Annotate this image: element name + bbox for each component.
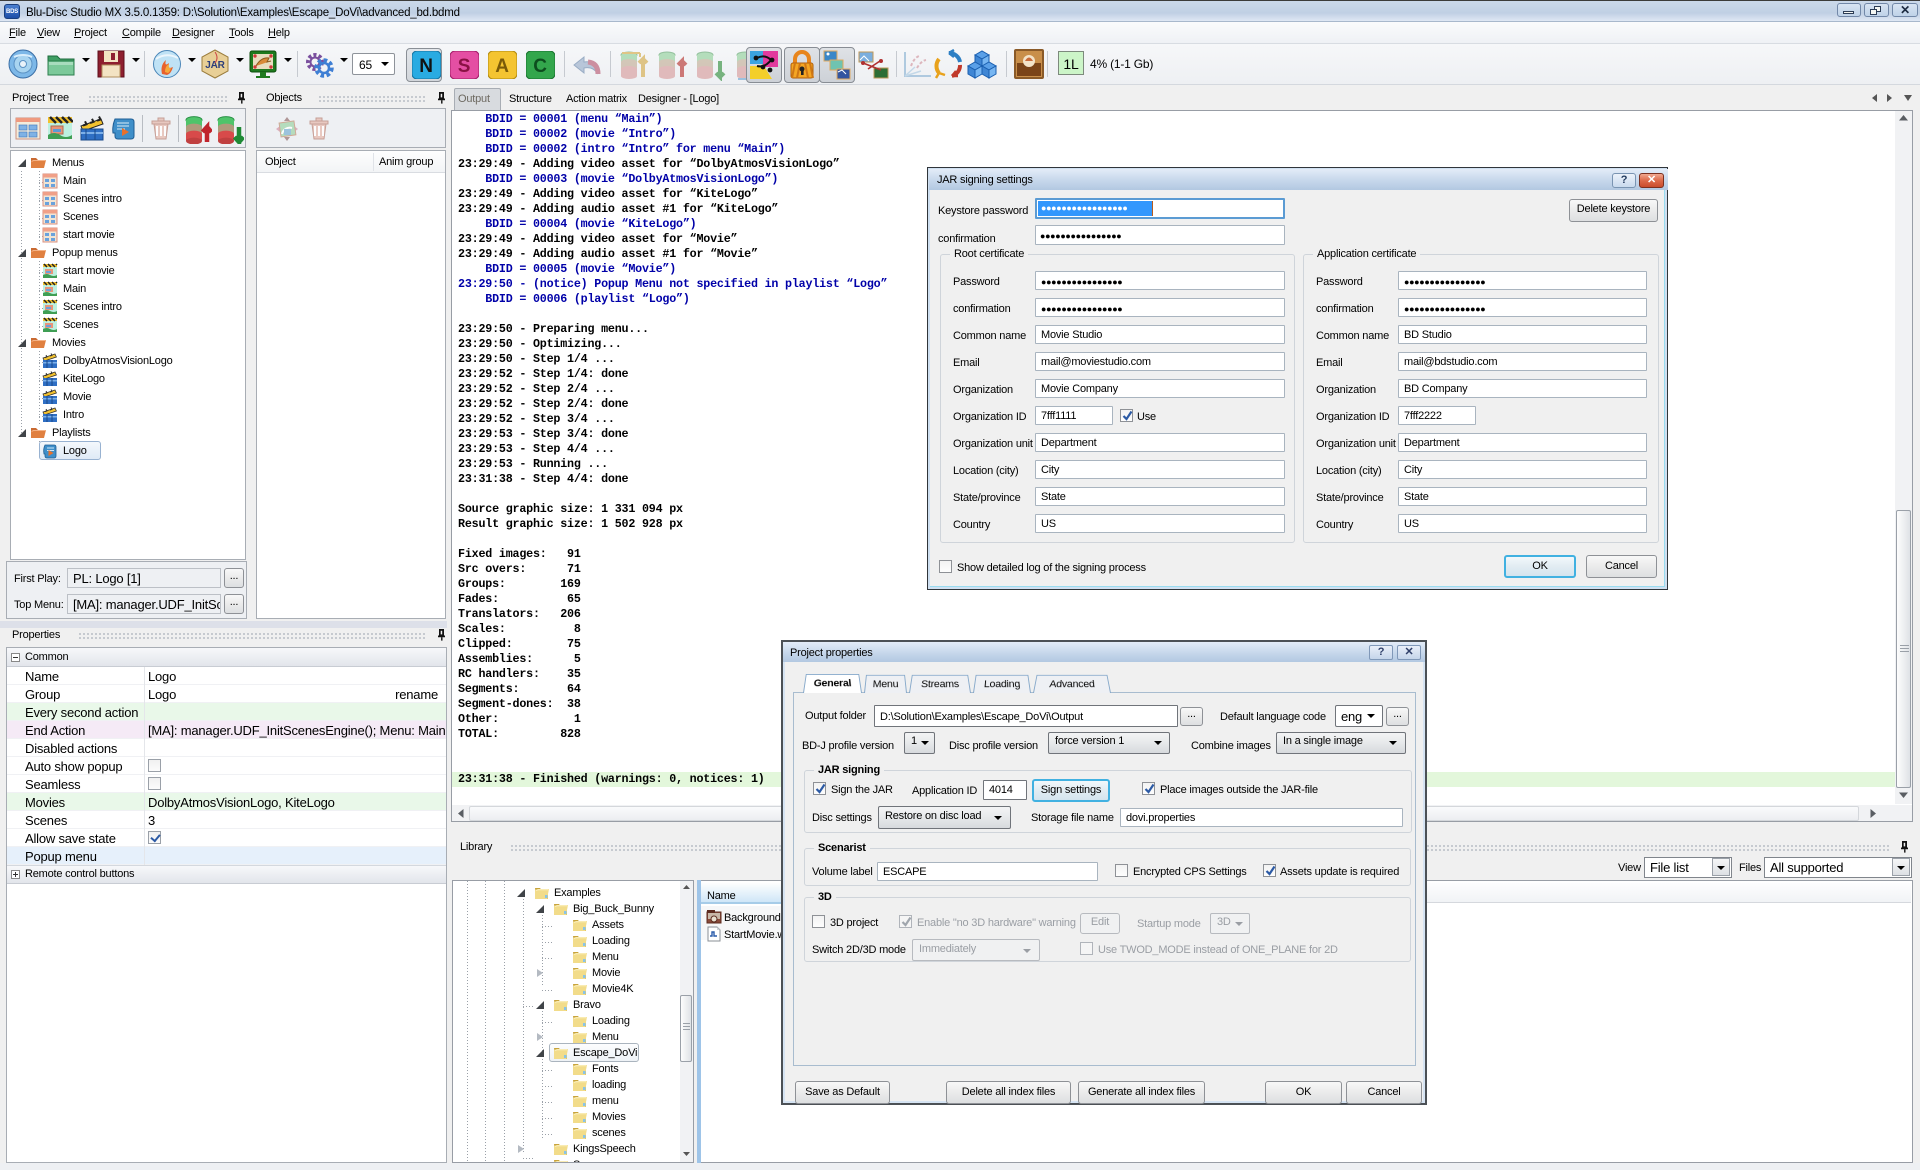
svg-text:N: N — [419, 56, 433, 77]
svg-text:S: S — [458, 56, 470, 77]
svg-text:A: A — [495, 56, 509, 77]
svg-text:C: C — [533, 56, 547, 77]
